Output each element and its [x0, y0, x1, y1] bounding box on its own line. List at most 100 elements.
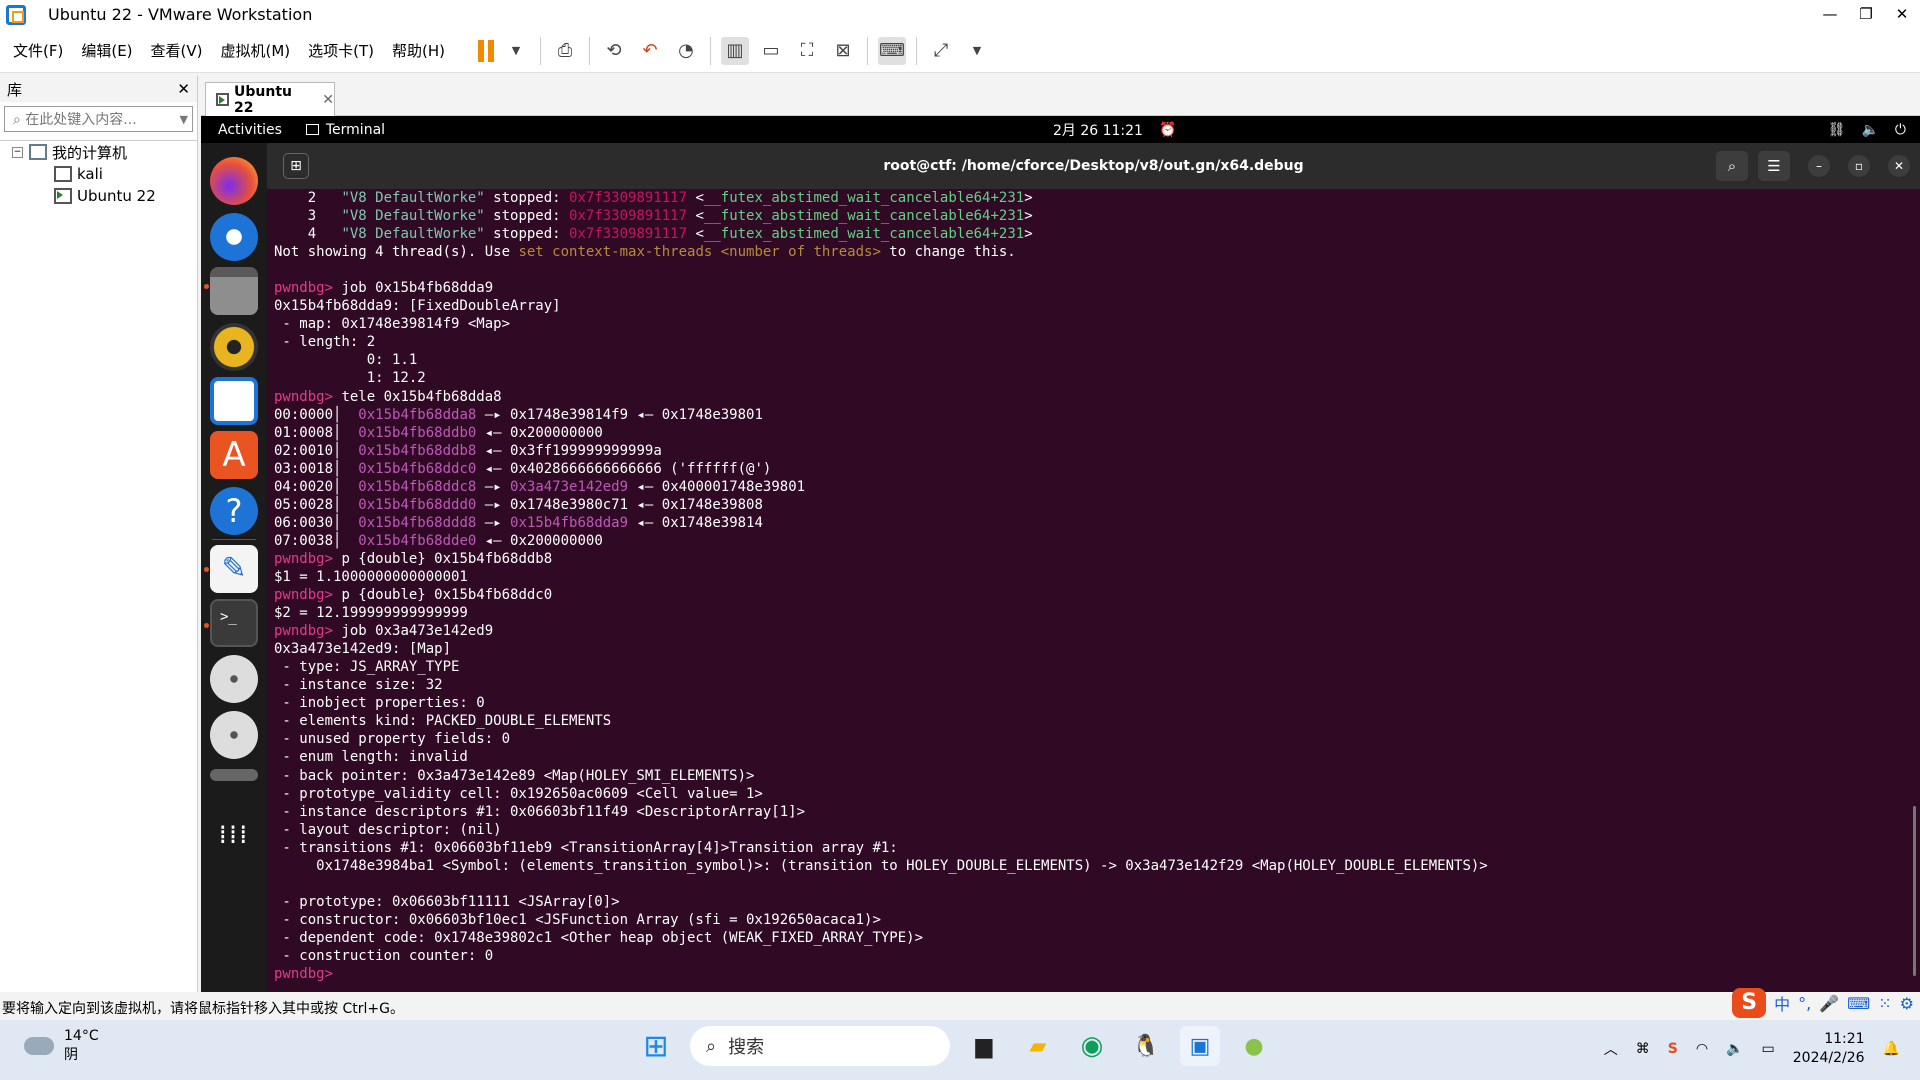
new-tab-icon[interactable]: ⊞	[283, 153, 309, 179]
terminal-text: 05:0028│	[274, 496, 359, 513]
chevron-up-icon[interactable]: ︿	[1604, 1039, 1618, 1059]
library-close-icon[interactable]: ✕	[177, 80, 190, 98]
console-view-icon[interactable]: ⌨	[878, 36, 907, 65]
terminal-line: 05:0028│ 0x15b4fb68ddd0 —▸ 0x1748e3980c7…	[274, 496, 1914, 514]
tab-ubuntu[interactable]: Ubuntu 22 ✕	[205, 82, 335, 116]
stretch-dropdown-icon[interactable]: ▼	[963, 37, 991, 65]
wifi-icon[interactable]: ◠	[1696, 1041, 1708, 1057]
network-icon[interactable]: ⛓	[1828, 122, 1846, 138]
volume-icon[interactable]: 🔈	[1861, 122, 1878, 138]
terminal-scrollbar[interactable]	[1913, 806, 1916, 976]
show-apps-icon[interactable]: ⁞⁞⁞	[210, 811, 258, 859]
system-clock[interactable]: 11:21 2024/2/26	[1793, 1030, 1865, 1068]
maximize-icon[interactable]: ▫	[1848, 155, 1870, 177]
notification-icon[interactable]: 🔔	[1883, 1041, 1900, 1057]
sogou-icon[interactable]: S	[1732, 988, 1767, 1018]
terminal-line: pwndbg> job 0x15b4fb68dda9	[274, 279, 1914, 297]
firefox-icon[interactable]	[210, 157, 258, 205]
terminal-dock-icon[interactable]: >_	[210, 599, 258, 647]
unity-icon[interactable]: ⊠	[829, 37, 857, 65]
file-explorer-icon[interactable]: ▰	[1018, 1026, 1058, 1066]
tree-root[interactable]: − 我的计算机	[12, 141, 197, 163]
terminal-text: 1: 12.2	[274, 370, 426, 387]
thunderbird-icon[interactable]	[210, 213, 258, 261]
dvd-icon-2[interactable]	[210, 711, 258, 759]
app-center-icon[interactable]: A	[210, 431, 258, 479]
revert-snapshot-icon[interactable]: ↶	[636, 37, 664, 65]
snapshot-icon[interactable]: ⟲	[600, 37, 628, 65]
terminal-text: - map: 0x1748e39814f9 <Map>	[274, 316, 511, 333]
thumbnail-bar-icon[interactable]: ▭	[757, 37, 785, 65]
ime-punct[interactable]: °,	[1798, 994, 1811, 1013]
apps-icon[interactable]: ⁙	[1878, 994, 1891, 1013]
text-editor-icon[interactable]: ✎	[210, 545, 258, 593]
drive-icon[interactable]	[210, 769, 258, 781]
minimize-button[interactable]: —	[1812, 0, 1848, 28]
search-icon: ⌕	[706, 1035, 717, 1057]
task-view-icon[interactable]: ▆	[964, 1026, 1004, 1066]
input-icon[interactable]: ⌘	[1636, 1041, 1650, 1057]
help-icon[interactable]: ?	[210, 487, 258, 535]
pause-icon[interactable]	[478, 39, 498, 62]
fullscreen-icon[interactable]: ⛶	[793, 37, 821, 65]
keyboard-icon[interactable]: ⌨	[1847, 994, 1870, 1013]
vmware-taskbar-icon[interactable]: ▣	[1180, 1026, 1220, 1066]
menu-file[interactable]: 文件(F)	[13, 40, 63, 61]
terminal-text: 0x15b4fb68ddb0	[358, 424, 477, 441]
status-bar: 要将输入定向到该虚拟机，请将鼠标指针移入其中或按 Ctrl+G。	[0, 995, 1920, 1020]
microphone-icon[interactable]: 🎤	[1819, 994, 1839, 1013]
battery-icon[interactable]: ▭	[1762, 1041, 1775, 1057]
search-dropdown-icon[interactable]: ▼	[180, 113, 188, 126]
ime-settings-icon[interactable]: ⚙	[1900, 994, 1914, 1013]
library-search-input[interactable]: ⌕ 在此处键入内容... ▼	[4, 106, 193, 132]
taskbar-search[interactable]: ⌕ 搜索	[690, 1026, 950, 1066]
sogou-tray-icon[interactable]: S	[1668, 1041, 1678, 1057]
start-icon[interactable]: ⊞	[636, 1026, 676, 1066]
terminal-text: - prototype: 0x06603bf11111 <JSArray[0]>	[274, 893, 620, 910]
app-icon[interactable]: ●	[1234, 1026, 1274, 1066]
snapshot-manager-icon[interactable]: ◔	[672, 37, 700, 65]
terminal-output[interactable]: 2 "V8 DefaultWorke" stopped: 0x7f3309891…	[274, 189, 1914, 992]
minimize-icon[interactable]: –	[1808, 155, 1830, 177]
search-icon[interactable]: ⌕	[1716, 151, 1748, 181]
terminal-line: 00:0000│ 0x15b4fb68dda8 —▸ 0x1748e39814f…	[274, 406, 1914, 424]
close-button[interactable]: ✕	[1884, 0, 1920, 28]
rhythmbox-icon[interactable]	[210, 323, 258, 371]
stretch-icon[interactable]: ⤢	[927, 37, 955, 65]
terminal-text: 3	[274, 208, 342, 225]
close-icon[interactable]: ✕	[1888, 155, 1910, 177]
show-library-icon[interactable]: ▥	[721, 36, 750, 65]
weather-widget[interactable]: 14°C 阴	[24, 1028, 99, 1064]
tab-close-icon[interactable]: ✕	[322, 92, 334, 108]
hamburger-menu-icon[interactable]: ☰	[1758, 151, 1790, 181]
terminal-text: - instance descriptors #1: 0x06603bf11f4…	[274, 803, 806, 820]
menu-view[interactable]: 查看(V)	[151, 40, 203, 61]
qq-icon[interactable]: 🐧	[1126, 1026, 1166, 1066]
guest-screen[interactable]: Activities Terminal 2月 26 11:21 ⏰ ⛓ 🔈 ⏻ …	[201, 116, 1920, 992]
activities-button[interactable]: Activities	[218, 122, 282, 138]
files-icon[interactable]	[210, 267, 258, 315]
send-ctrl-alt-del-icon[interactable]: ⎙	[551, 37, 579, 65]
menu-edit[interactable]: 编辑(E)	[81, 40, 132, 61]
tree-item-kali[interactable]: kali	[12, 163, 197, 185]
tree-item-ubuntu[interactable]: Ubuntu 22	[12, 185, 197, 207]
ime-lang[interactable]: 中	[1774, 991, 1790, 1015]
writer-icon[interactable]	[210, 377, 258, 425]
menu-tabs[interactable]: 选项卡(T)	[308, 40, 374, 61]
edge-icon[interactable]: ◉	[1072, 1026, 1112, 1066]
menu-vm[interactable]: 虚拟机(M)	[221, 40, 291, 61]
dropdown-arrow-icon[interactable]: ▼	[502, 37, 530, 65]
guest-clock[interactable]: 2月 26 11:21	[1053, 120, 1143, 140]
collapse-icon[interactable]: −	[12, 146, 23, 158]
terminal-app-menu[interactable]: Terminal	[305, 122, 385, 138]
terminal-line: 0: 1.1	[274, 351, 1914, 369]
terminal-text: stopped:	[484, 190, 570, 206]
terminal-line: Not showing 4 thread(s). Use set context…	[274, 243, 1914, 261]
restore-button[interactable]: ❐	[1848, 0, 1884, 28]
power-icon[interactable]: ⏻	[1895, 122, 1906, 138]
menu-help[interactable]: 帮助(H)	[392, 40, 445, 61]
dvd-icon[interactable]	[210, 655, 258, 703]
terminal-text: <	[687, 226, 704, 243]
terminal-text: —▸	[476, 514, 511, 531]
speaker-icon[interactable]: 🔈	[1726, 1041, 1743, 1057]
